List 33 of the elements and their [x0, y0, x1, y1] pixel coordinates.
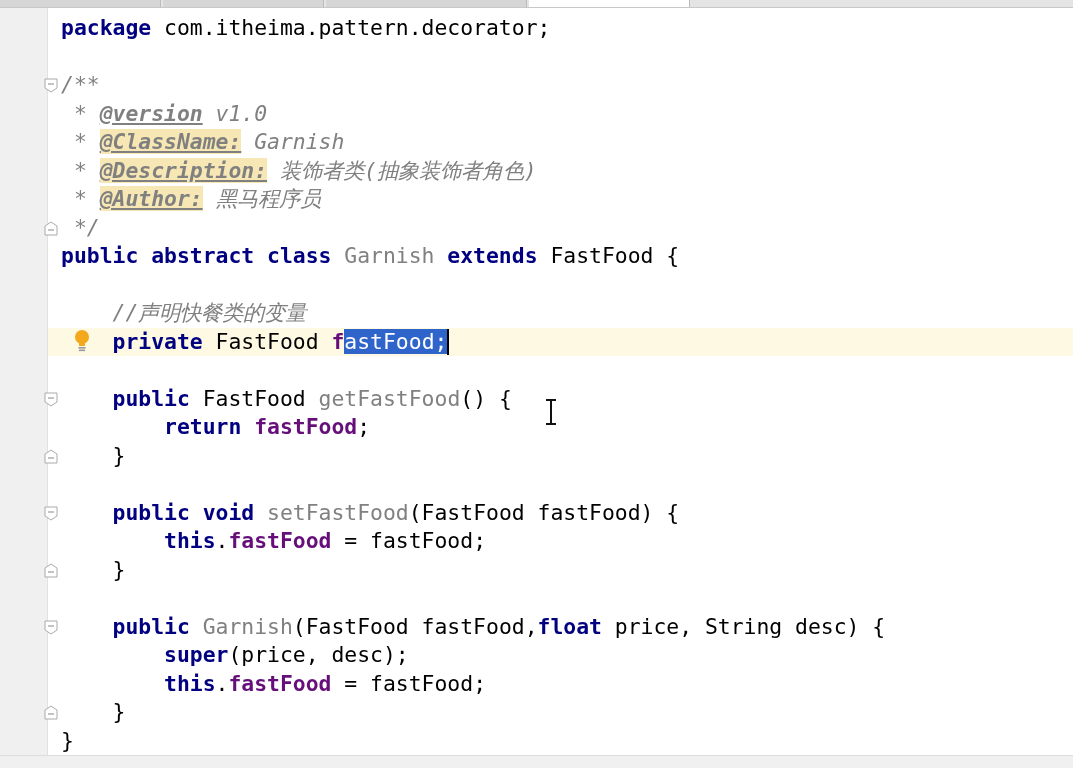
- fold-marker-icon[interactable]: [44, 705, 58, 720]
- editor-tab[interactable]: [326, 0, 527, 7]
- code-line: this.fastFood = fastFood;: [163, 670, 486, 697]
- code-line: }: [111, 442, 126, 469]
- code-line: public Garnish(FastFood fastFood,float price, String desc) {: [111, 613, 886, 640]
- lightbulb-icon[interactable]: [74, 329, 90, 352]
- code-line: return fastFood;: [163, 414, 371, 441]
- fold-marker-icon[interactable]: [44, 505, 58, 521]
- code-line: * @version v1.0: [72, 100, 268, 127]
- fold-marker-icon[interactable]: [44, 619, 58, 635]
- fold-marker-icon[interactable]: [44, 448, 58, 464]
- code-line: public FastFood getFastFood() {: [111, 385, 512, 412]
- editor-tab[interactable]: [529, 0, 690, 7]
- fold-marker-icon[interactable]: [44, 391, 58, 407]
- code-line: //声明快餐类的变量: [111, 300, 307, 327]
- code-line: */: [72, 214, 100, 241]
- fold-marker-icon[interactable]: [44, 562, 58, 578]
- code-line: private FastFood fastFood;: [111, 328, 448, 355]
- editor-tab[interactable]: [163, 0, 324, 7]
- code-line: }: [111, 699, 126, 726]
- code-line: public abstract class Garnish extends FastFood {: [61, 243, 680, 270]
- code-line: this.fastFood = fastFood;: [163, 528, 486, 555]
- text-cursor-icon: [545, 399, 557, 425]
- code-line: /**: [61, 72, 100, 99]
- editor-tab[interactable]: [0, 0, 161, 7]
- code-line: public void setFastFood(FastFood fastFood) {: [111, 499, 680, 526]
- fold-marker-icon[interactable]: [44, 220, 58, 236]
- code-editor[interactable]: [0, 8, 1073, 755]
- code-line: package com.itheima.pattern.decorator;: [61, 15, 551, 42]
- code-line: }: [111, 556, 126, 583]
- code-line: super(price, desc);: [163, 642, 409, 669]
- fold-marker-icon[interactable]: [44, 78, 58, 93]
- code-line: }: [61, 727, 74, 754]
